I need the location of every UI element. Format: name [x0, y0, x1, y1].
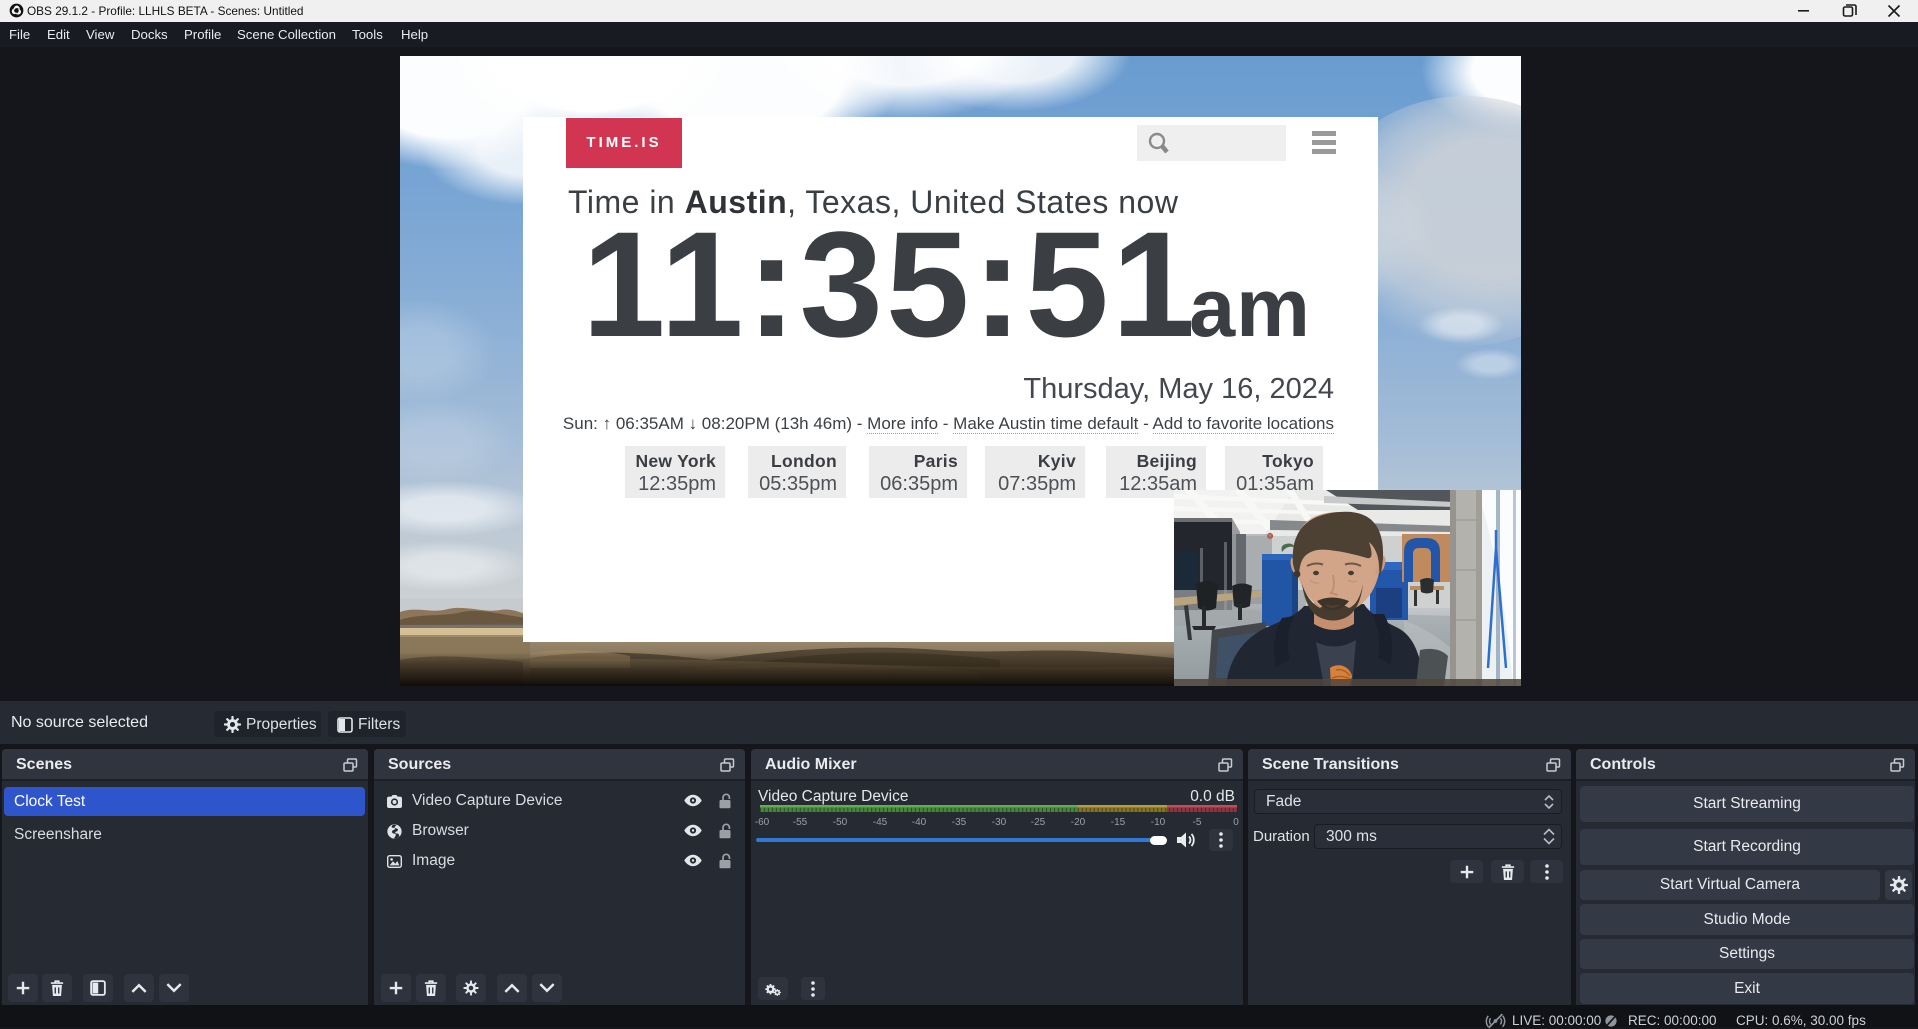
- svg-text:-60: -60: [755, 817, 770, 828]
- svg-text:-25: -25: [1031, 817, 1046, 828]
- svg-text:-10: -10: [1151, 817, 1166, 828]
- svg-text:-50: -50: [833, 817, 848, 828]
- svg-text:-45: -45: [873, 817, 888, 828]
- svg-text:-30: -30: [992, 817, 1007, 828]
- svg-text:-55: -55: [793, 817, 808, 828]
- svg-text:0: 0: [1233, 817, 1239, 828]
- svg-text:-5: -5: [1193, 817, 1202, 828]
- svg-text:-20: -20: [1071, 817, 1086, 828]
- svg-text:-15: -15: [1111, 817, 1126, 828]
- svg-text:-35: -35: [952, 817, 967, 828]
- svg-text:-40: -40: [912, 817, 927, 828]
